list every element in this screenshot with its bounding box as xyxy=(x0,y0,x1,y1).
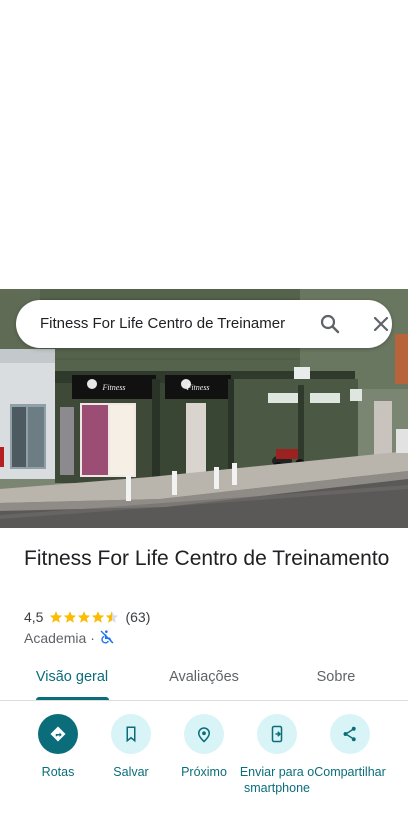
star-half-icon xyxy=(106,611,119,623)
separator-dot: · xyxy=(90,630,95,646)
tab-bar: Visão geral Avaliações Sobre xyxy=(0,656,408,701)
star-icon xyxy=(64,611,77,623)
active-tab-indicator xyxy=(36,697,109,700)
search-bar[interactable]: Fitness For Life Centro de Treinamer xyxy=(16,300,392,348)
place-title: Fitness For Life Centro de Treinamento xyxy=(24,547,390,570)
tab-reviews[interactable]: Avaliações xyxy=(148,656,260,700)
search-icon[interactable] xyxy=(318,312,342,336)
action-buttons: Rotas Salvar Próximo Enviar para o smart… xyxy=(0,714,408,814)
send-to-phone-icon xyxy=(271,725,283,743)
nearby-icon xyxy=(197,727,211,743)
place-category: Academia xyxy=(24,630,87,646)
star-icon xyxy=(50,611,63,623)
directions-icon xyxy=(50,726,66,742)
map-blank-area xyxy=(0,0,408,289)
share-button[interactable]: Compartilhar xyxy=(310,714,390,780)
directions-label: Rotas xyxy=(41,765,75,779)
svg-text:Fitness: Fitness xyxy=(101,383,125,392)
not-accessible-icon xyxy=(99,629,115,648)
review-count[interactable]: (63) xyxy=(125,609,150,625)
directions-button[interactable]: Rotas xyxy=(18,714,98,780)
star-icon xyxy=(78,611,91,623)
close-icon[interactable] xyxy=(369,312,393,336)
category-row: Academia · xyxy=(24,628,115,648)
star-icon xyxy=(92,611,105,623)
send-to-phone-label: Enviar para o smartphone xyxy=(239,765,315,795)
tab-about[interactable]: Sobre xyxy=(280,656,392,700)
rating-value: 4,5 xyxy=(24,609,44,625)
share-label: Compartilhar xyxy=(314,765,386,779)
bookmark-icon xyxy=(126,726,136,743)
nearby-button[interactable]: Próximo xyxy=(164,714,244,780)
star-rating xyxy=(49,610,119,624)
save-button[interactable]: Salvar xyxy=(91,714,171,780)
nearby-label: Próximo xyxy=(181,765,227,779)
share-icon xyxy=(343,726,356,742)
rating-row[interactable]: 4,5 (63) xyxy=(24,607,150,627)
save-label: Salvar xyxy=(113,765,149,779)
send-to-phone-button[interactable]: Enviar para o smartphone xyxy=(237,714,317,796)
search-input[interactable]: Fitness For Life Centro de Treinamer xyxy=(40,300,304,348)
tab-overview[interactable]: Visão geral xyxy=(16,656,128,700)
